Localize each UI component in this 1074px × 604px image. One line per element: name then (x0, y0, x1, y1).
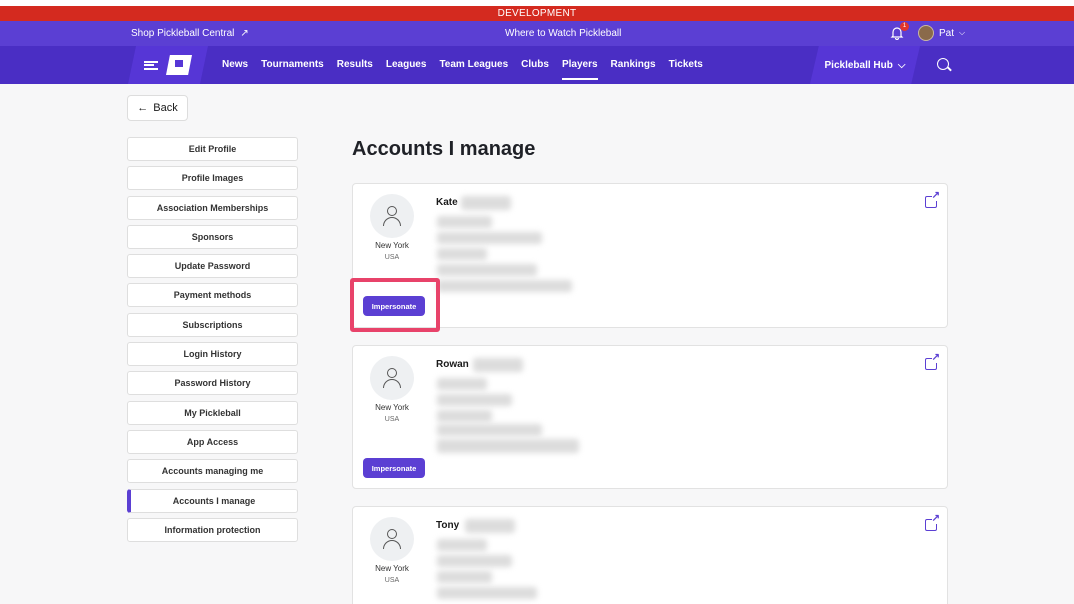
nav-results[interactable]: Results (337, 46, 373, 84)
redacted-text (465, 519, 515, 533)
sidebar-item-sponsors[interactable]: Sponsors (127, 224, 298, 249)
account-country: USA (384, 254, 400, 261)
search-icon[interactable] (937, 58, 949, 70)
sidebar-item-login-history[interactable]: Login History (127, 342, 298, 367)
profile-picture (370, 517, 414, 561)
arrow-left-icon: ← (137, 102, 149, 114)
where-to-watch-link[interactable]: Where to Watch Pickleball (505, 28, 621, 39)
shop-label: Shop Pickleball Central (131, 28, 235, 39)
sidebar-item-association-memberships[interactable]: Association Memberships (127, 195, 298, 220)
user-menu[interactable]: Pat ⌵ (918, 25, 965, 41)
sidebar-item-app-access[interactable]: App Access (127, 429, 298, 454)
nav-team-leagues[interactable]: Team Leagues (439, 46, 508, 84)
person-icon (383, 206, 401, 226)
main-nav: News Tournaments Results Leagues Team Le… (0, 46, 1074, 84)
utility-bar: Shop Pickleball Central ↗ Where to Watch… (0, 21, 1074, 46)
profile-picture (370, 356, 414, 400)
page-title: Accounts I manage (352, 138, 536, 160)
back-button[interactable]: ← Back (127, 95, 188, 121)
redacted-text (437, 424, 542, 436)
bell-icon[interactable]: 1 (890, 22, 909, 41)
nav-leagues[interactable]: Leagues (386, 46, 427, 84)
sidebar: Edit Profile Profile Images Association … (127, 137, 298, 547)
nav-clubs[interactable]: Clubs (521, 46, 549, 84)
account-city: New York (375, 403, 409, 412)
external-link-icon[interactable] (925, 513, 940, 531)
redacted-text (473, 358, 523, 372)
sidebar-item-edit-profile[interactable]: Edit Profile (127, 137, 298, 161)
account-country: USA (384, 577, 400, 584)
redacted-text (437, 280, 572, 292)
external-link-icon[interactable] (925, 352, 940, 370)
dev-banner: DEVELOPMENT (0, 6, 1074, 21)
user-name: Pat (939, 27, 955, 39)
person-icon (383, 368, 401, 388)
account-name[interactable]: Tony (436, 520, 459, 531)
back-label: Back (153, 102, 178, 114)
redacted-text (437, 439, 579, 453)
nav-tournaments[interactable]: Tournaments (261, 46, 324, 84)
pickleball-hub-dropdown[interactable]: Pickleball Hub ⌵ (810, 46, 920, 84)
account-name[interactable]: Kate (436, 197, 458, 208)
redacted-text (437, 216, 492, 228)
account-city: New York (375, 564, 409, 573)
account-card: New York USA Tony (352, 506, 948, 604)
account-city: New York (375, 241, 409, 250)
sidebar-item-payment-methods[interactable]: Payment methods (127, 283, 298, 308)
account-name[interactable]: Rowan (436, 359, 469, 370)
redacted-text (437, 571, 492, 583)
nav-items: News Tournaments Results Leagues Team Le… (222, 46, 703, 84)
account-card: New York USA Rowan Impersonate (352, 345, 948, 489)
sidebar-item-subscriptions[interactable]: Subscriptions (127, 312, 298, 337)
sidebar-item-profile-images[interactable]: Profile Images (127, 166, 298, 191)
nav-players[interactable]: Players (561, 46, 598, 84)
hub-label: Pickleball Hub (824, 59, 893, 71)
nav-rankings[interactable]: Rankings (611, 46, 656, 84)
sidebar-item-accounts-i-manage[interactable]: Accounts I manage (127, 488, 298, 513)
menu-icon[interactable] (144, 60, 158, 70)
redacted-text (437, 587, 537, 599)
impersonate-button[interactable]: Impersonate (363, 458, 425, 478)
highlight-box (350, 278, 440, 332)
sidebar-item-my-pickleball[interactable]: My Pickleball (127, 400, 298, 425)
redacted-text (437, 248, 487, 260)
sidebar-item-password-history[interactable]: Password History (127, 371, 298, 396)
redacted-text (437, 410, 492, 422)
account-country: USA (384, 416, 400, 423)
sidebar-item-information-protection[interactable]: Information protection (127, 517, 298, 542)
redacted-text (437, 378, 487, 390)
chevron-down-icon: ⌵ (959, 28, 966, 37)
logo-icon[interactable] (166, 55, 192, 75)
external-link-icon[interactable] (925, 190, 940, 208)
redacted-text (437, 555, 512, 567)
redacted-text (461, 196, 511, 210)
shop-link[interactable]: Shop Pickleball Central ↗ (131, 28, 249, 39)
external-link-icon: ↗ (240, 28, 249, 39)
nav-tickets[interactable]: Tickets (669, 46, 703, 84)
person-icon (383, 529, 401, 549)
account-card: New York USA Kate Impersonate (352, 183, 948, 328)
redacted-text (437, 232, 542, 244)
notification-badge: 1 (900, 22, 909, 31)
chevron-down-icon: ⌵ (897, 59, 906, 71)
nav-news[interactable]: News (222, 46, 248, 84)
sidebar-item-update-password[interactable]: Update Password (127, 254, 298, 279)
redacted-text (437, 394, 512, 406)
logo-area[interactable] (128, 46, 208, 84)
sidebar-item-accounts-managing-me[interactable]: Accounts managing me (127, 459, 298, 484)
avatar (918, 25, 934, 41)
profile-picture (370, 194, 414, 238)
redacted-text (437, 539, 487, 551)
redacted-text (437, 264, 537, 276)
